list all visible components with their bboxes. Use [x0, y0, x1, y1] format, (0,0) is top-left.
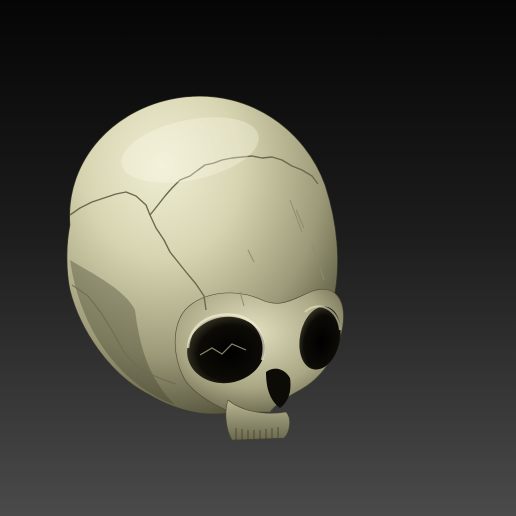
sculpt-viewport[interactable]	[0, 0, 516, 516]
skull-render	[0, 0, 516, 516]
